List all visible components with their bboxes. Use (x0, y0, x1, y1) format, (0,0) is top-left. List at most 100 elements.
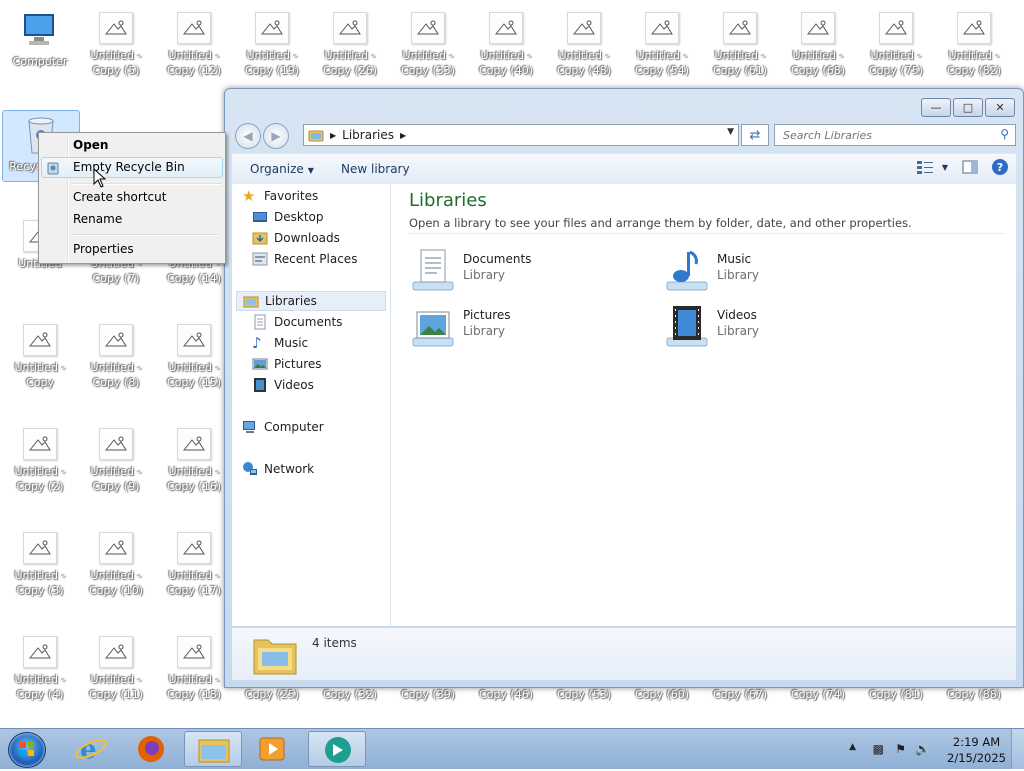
item-count: 4 items (312, 636, 357, 650)
desktop-icon-untitled-copy-33[interactable]: Untitled - Copy (33) (390, 6, 466, 78)
navigation-pane: ★ Favorites Desktop Downloads Recent Pla… (232, 184, 391, 626)
volume-icon[interactable]: 🔊 (915, 742, 930, 756)
forward-button[interactable]: ▶ (263, 123, 289, 149)
desktop-icon-untitled-copy-75[interactable]: Untitled - Copy (75) (858, 6, 934, 78)
clock-time: 2:19 AM (952, 735, 1001, 749)
nav-network[interactable]: Network (242, 459, 398, 479)
network-tray-icon[interactable]: ▩ (873, 742, 884, 756)
desktop-icon-label: Untitled - Copy (4) (14, 673, 66, 701)
desktop-icon-untitled-copy-82[interactable]: Untitled - Copy (82) (936, 6, 1012, 78)
library-documents[interactable]: Documents Library (409, 246, 639, 296)
preview-pane-icon[interactable] (962, 160, 978, 174)
desktop-icon-untitled-copy-54[interactable]: Untitled - Copy (54) (624, 6, 700, 78)
show-desktop-button[interactable] (1011, 729, 1024, 769)
recent-places-icon (252, 252, 268, 266)
refresh-button[interactable]: ⇄ (741, 124, 769, 146)
breadcrumb-libraries[interactable]: Libraries (342, 128, 394, 142)
view-buttons: ▼ ? (916, 159, 1008, 175)
desktop-icon-label: Untitled - Copy (14, 361, 66, 389)
address-bar[interactable]: ▶ Libraries ▶ ▼ (303, 124, 739, 146)
desktop-icon-label: Untitled - Copy (11) (89, 673, 143, 701)
breadcrumb-chevron-icon[interactable]: ▶ (400, 131, 406, 140)
desktop-icon-untitled-copy-48[interactable]: Untitled - Copy (48) (546, 6, 622, 78)
desktop-icon-untitled-copy-68[interactable]: Untitled - Copy (68) (780, 6, 856, 78)
menu-item-properties[interactable]: Properties (73, 242, 134, 256)
desktop-icon-untitled-copy-8[interactable]: Untitled - Copy (8) (78, 318, 154, 390)
minimize-button[interactable]: — (921, 98, 951, 117)
forward-arrow-icon: ▶ (271, 129, 281, 143)
action-center-flag-icon[interactable]: ⚑ (895, 742, 906, 756)
maximize-button[interactable]: □ (953, 98, 983, 117)
taskbar-file-explorer[interactable] (184, 731, 242, 767)
image-file-icon (801, 12, 835, 44)
desktop-icon-untitled-copy[interactable]: Untitled - Copy (2, 318, 78, 390)
taskbar-app-active[interactable] (308, 731, 366, 767)
libraries-folder-icon (308, 130, 324, 142)
desktop-icon-untitled-copy-5[interactable]: Untitled - Copy (5) (78, 6, 154, 78)
desktop-icon-untitled-copy-3[interactable]: Untitled - Copy (3) (2, 526, 78, 598)
desktop-icon-untitled-copy-19[interactable]: Untitled - Copy (19) (234, 6, 310, 78)
taskbar-media-player[interactable] (244, 731, 302, 767)
library-pictures[interactable]: Pictures Library (409, 302, 639, 352)
nav-videos[interactable]: Videos (252, 375, 408, 395)
nav-music[interactable]: ♪ Music (252, 333, 408, 353)
close-button[interactable]: ✕ (985, 98, 1015, 117)
desktop-icon-untitled-copy-18[interactable]: Untitled - Copy (18) (156, 630, 232, 702)
search-box[interactable]: ⚲ (774, 124, 1016, 146)
desktop-icon-untitled-copy-12[interactable]: Untitled - Copy (12) (156, 6, 232, 78)
desktop-icon-label: Untitled - Copy (54) (635, 49, 689, 77)
nav-downloads[interactable]: Downloads (252, 228, 408, 248)
taskbar-internet-explorer[interactable]: e (62, 731, 120, 767)
desktop-icon-untitled-copy-9[interactable]: Untitled - Copy (9) (78, 422, 154, 494)
desktop-icon-label: Untitled - Copy (16) (167, 465, 221, 493)
nav-pictures[interactable]: Pictures (252, 354, 408, 374)
library-type: Library (463, 324, 505, 338)
desktop-icon-untitled-copy-61[interactable]: Untitled - Copy (61) (702, 6, 778, 78)
nav-documents[interactable]: Documents (252, 312, 408, 332)
explorer-window: — □ ✕ ◀ ▶ ▶ Libraries ▶ ▼ ⇄ ⚲ Organize▼ … (224, 88, 1024, 688)
image-file-icon (489, 12, 523, 44)
show-hidden-icons-icon[interactable]: ▲ (849, 742, 856, 752)
desktop-icon-untitled-copy-40[interactable]: Untitled - Copy (40) (468, 6, 544, 78)
nav-desktop[interactable]: Desktop (252, 207, 408, 227)
menu-item-rename[interactable]: Rename (73, 212, 122, 226)
image-file-icon (645, 12, 679, 44)
desktop-icon-label: Untitled - Copy (26) (323, 49, 377, 77)
nav-favorites[interactable]: ★ Favorites (242, 186, 398, 206)
desktop-icon-untitled-copy-26[interactable]: Untitled - Copy (26) (312, 6, 388, 78)
desktop-icon-label: Untitled - Copy (8) (90, 361, 142, 389)
nav-libraries[interactable]: Libraries (236, 291, 386, 311)
menu-item-create-shortcut[interactable]: Create shortcut (73, 190, 166, 204)
image-file-icon (99, 12, 133, 44)
desktop-icon-untitled-copy-4[interactable]: Untitled - Copy (4) (2, 630, 78, 702)
desktop-icon-untitled-copy-15[interactable]: Untitled - Copy (15) (156, 318, 232, 390)
image-file-icon (23, 532, 57, 564)
new-library-button[interactable]: New library (341, 162, 410, 176)
change-view-button[interactable]: ▼ (916, 160, 948, 174)
nav-recent-places[interactable]: Recent Places (252, 249, 408, 269)
back-button[interactable]: ◀ (235, 123, 261, 149)
file-explorer-icon (198, 739, 230, 763)
desktop-icon-label: Untitled - Copy (33) (401, 49, 455, 77)
desktop-icon-untitled-copy-17[interactable]: Untitled - Copy (17) (156, 526, 232, 598)
search-input[interactable] (781, 127, 995, 143)
taskbar-firefox[interactable] (122, 731, 180, 767)
nav-computer[interactable]: Computer (242, 417, 398, 437)
menu-item-empty-recycle-bin[interactable]: Empty Recycle Bin (73, 160, 185, 174)
menu-item-open[interactable]: Open (73, 138, 108, 152)
organize-button[interactable]: Organize ▼ (250, 162, 314, 176)
page-title: Libraries (409, 190, 487, 211)
library-videos[interactable]: Videos Library (663, 302, 893, 352)
clock[interactable]: 2:19 AM 2/15/2025 (947, 734, 1006, 766)
start-button[interactable] (8, 732, 46, 768)
desktop-icon-untitled-copy-10[interactable]: Untitled - Copy (10) (78, 526, 154, 598)
videos-icon (254, 378, 266, 392)
address-dropdown-icon[interactable]: ▼ (727, 127, 734, 137)
library-music[interactable]: Music Library (663, 246, 893, 296)
help-icon[interactable]: ? (992, 159, 1008, 175)
search-icon[interactable]: ⚲ (1000, 127, 1009, 141)
desktop-icon-computer[interactable]: Computer (2, 6, 78, 69)
desktop-icon-untitled-copy-2[interactable]: Untitled - Copy (2) (2, 422, 78, 494)
desktop-icon-untitled-copy-16[interactable]: Untitled - Copy (16) (156, 422, 232, 494)
desktop-icon-untitled-copy-11[interactable]: Untitled - Copy (11) (78, 630, 154, 702)
